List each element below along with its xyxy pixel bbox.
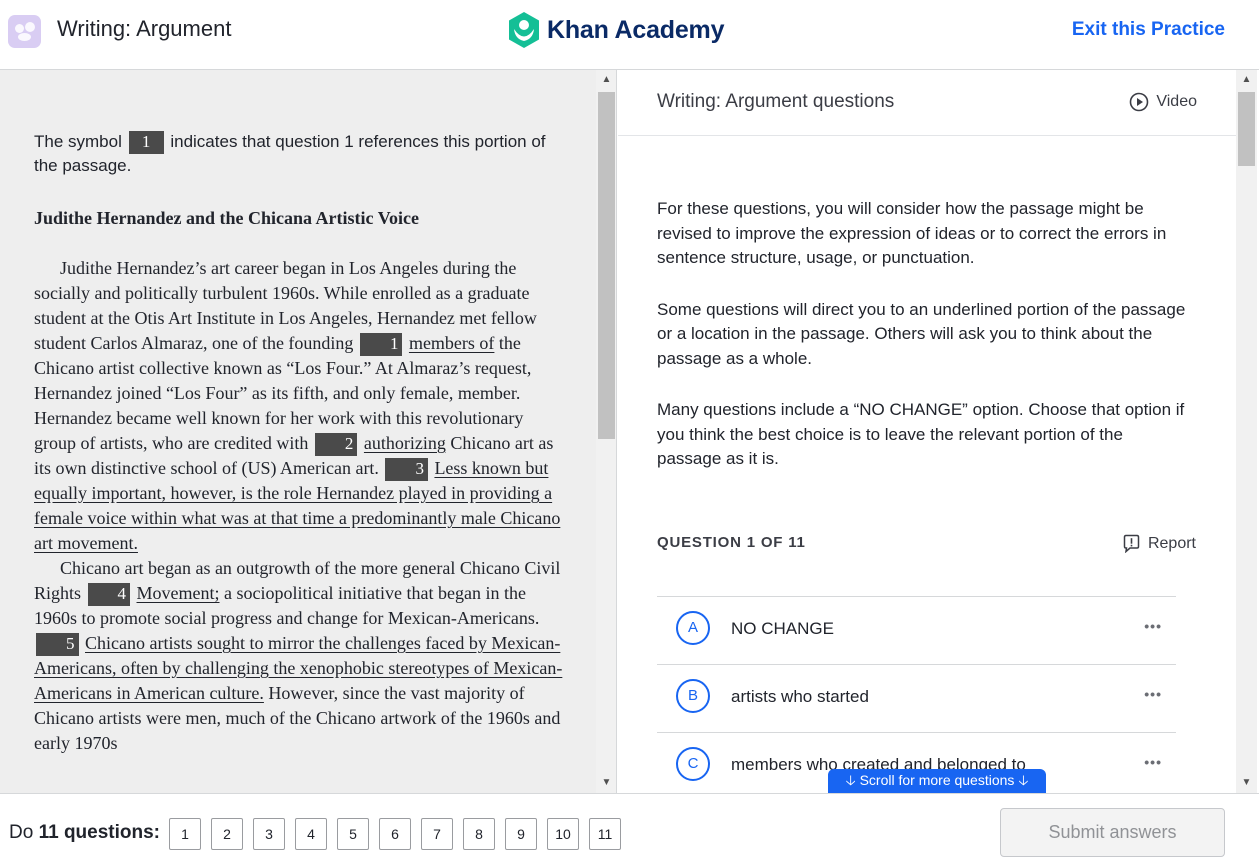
choice-letter: B xyxy=(676,679,710,713)
choice-text: NO CHANGE xyxy=(731,619,834,638)
choice-text: artists who started xyxy=(731,687,869,706)
scroll-down-arrow-icon[interactable]: ▼ xyxy=(596,773,616,793)
page-title: Writing: Argument xyxy=(57,16,232,41)
passage-pane: The symbol 1 indicates that question 1 r… xyxy=(0,70,617,793)
question-nav-button[interactable]: 11 xyxy=(589,818,621,850)
khan-academy-logo[interactable]: Khan Academy xyxy=(507,11,724,49)
khan-academy-logo-icon xyxy=(509,12,539,48)
exit-practice-link[interactable]: Exit this Practice xyxy=(1072,19,1225,41)
instruction-paragraph: For these questions, you will consider h… xyxy=(657,199,1167,267)
questions-scrollbar[interactable]: ▲ ▼ xyxy=(1236,70,1257,793)
passage-title: Judithe Hernandez and the Chicana Artist… xyxy=(34,208,420,228)
question-nav-button[interactable]: 10 xyxy=(547,818,579,850)
scroll-for-more-button[interactable]: 🡣 Scroll for more questions 🡣 xyxy=(828,769,1046,793)
question-counter: QUESTION 1 OF 11 xyxy=(657,534,806,551)
question-nav-button[interactable]: 4 xyxy=(295,818,327,850)
question-nav-button[interactable]: 2 xyxy=(211,818,243,850)
more-options-icon[interactable]: ••• xyxy=(1144,754,1162,770)
course-icon xyxy=(8,15,41,48)
questions-pane: Writing: Argument questions Video For th… xyxy=(618,70,1259,793)
instruction-paragraph: Many questions include a “NO CHANGE” opt… xyxy=(657,400,1185,468)
report-label: Report xyxy=(1147,534,1196,552)
underlined-portion-1[interactable]: members of xyxy=(409,333,494,353)
passage-content: The symbol 1 indicates that question 1 r… xyxy=(34,130,564,756)
choice-letter: C xyxy=(676,747,710,781)
questions-header: Writing: Argument questions Video xyxy=(618,70,1238,136)
submit-answers-button[interactable]: Submit answers xyxy=(1000,808,1225,857)
scroll-down-arrow-icon[interactable]: ▼ xyxy=(1236,773,1257,793)
question-nav-button[interactable]: 1 xyxy=(169,818,201,850)
video-button[interactable]: Video xyxy=(1129,92,1197,112)
underlined-portion-4[interactable]: Movement; xyxy=(137,583,220,603)
play-icon xyxy=(1130,92,1149,112)
label-count: 11 questions: xyxy=(38,822,160,843)
logo-text: Khan Academy xyxy=(547,15,725,44)
question-nav-button[interactable]: 8 xyxy=(463,818,495,850)
intro-text-before: The symbol xyxy=(34,132,122,151)
passage-scrollbar[interactable]: ▲ ▼ xyxy=(596,70,616,793)
passage-body: Judithe Hernandez’s art career began in … xyxy=(34,256,564,756)
passage-scroll-thumb[interactable] xyxy=(598,92,615,439)
question-marker-1[interactable]: 1 xyxy=(359,333,403,356)
question-nav-button[interactable]: 5 xyxy=(337,818,369,850)
question-nav-button[interactable]: 7 xyxy=(421,818,453,850)
question-navigator: 1 2 3 4 5 6 7 8 9 10 11 xyxy=(169,818,631,850)
top-header: Writing: Argument Khan Academy Exit this… xyxy=(0,0,1259,70)
question-marker-3[interactable]: 3 xyxy=(385,458,428,481)
question-nav-button[interactable]: 3 xyxy=(253,818,285,850)
question-nav-button[interactable]: 9 xyxy=(505,818,537,850)
question-marker-2[interactable]: 2 xyxy=(314,433,358,456)
question-marker-5[interactable]: 5 xyxy=(36,633,79,656)
questions-title: Writing: Argument questions xyxy=(657,91,895,112)
questions-label: Do 11 questions: xyxy=(9,822,160,844)
scroll-up-arrow-icon[interactable]: ▲ xyxy=(596,70,616,90)
instructions: For these questions, you will consider h… xyxy=(657,197,1187,499)
more-options-icon[interactable]: ••• xyxy=(1144,618,1162,634)
passage-paragraph-1: Judithe Hernandez’s art career began in … xyxy=(34,256,564,556)
scroll-up-arrow-icon[interactable]: ▲ xyxy=(1236,70,1257,90)
question-marker-4[interactable]: 4 xyxy=(87,583,131,606)
question-marker: 1 xyxy=(128,131,164,154)
choice-b[interactable]: B artists who started ••• xyxy=(657,664,1176,732)
arrow-down-icon: 🡣 xyxy=(1018,772,1029,788)
questions-scroll-thumb[interactable] xyxy=(1238,92,1255,166)
report-icon xyxy=(1123,534,1140,553)
choice-a[interactable]: A NO CHANGE ••• xyxy=(657,596,1176,664)
instruction-paragraph: Some questions will direct you to an und… xyxy=(657,299,1186,368)
passage-paragraph-2: Chicano art began as an outgrowth of the… xyxy=(34,556,564,756)
label-prefix: Do xyxy=(9,822,34,843)
report-button[interactable]: Report xyxy=(1122,534,1196,553)
question-nav-button[interactable]: 6 xyxy=(379,818,411,850)
passage-intro: The symbol 1 indicates that question 1 r… xyxy=(34,130,564,178)
underlined-portion-2[interactable]: authorizing xyxy=(364,433,446,453)
video-label: Video xyxy=(1156,93,1197,110)
footer-bar: Do 11 questions: 1 2 3 4 5 6 7 8 9 10 11… xyxy=(0,793,1259,865)
more-options-icon[interactable]: ••• xyxy=(1144,686,1162,702)
arrow-down-icon: 🡣 xyxy=(845,772,856,788)
choice-letter: A xyxy=(676,611,710,645)
answer-choices: A NO CHANGE ••• B artists who started ••… xyxy=(657,596,1176,793)
scroll-hint-label: Scroll for more questions xyxy=(859,772,1015,788)
